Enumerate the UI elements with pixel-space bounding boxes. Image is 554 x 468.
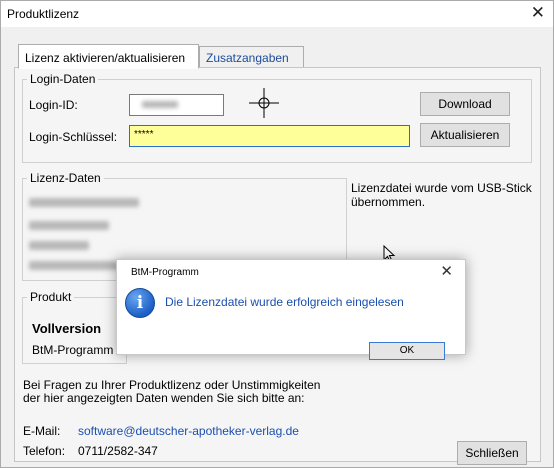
- product-version: Vollversion: [32, 321, 102, 336]
- email-link[interactable]: software@deutscher-apotheker-verlag.de: [78, 424, 299, 438]
- window-close-icon[interactable]: ✕: [531, 3, 545, 23]
- email-label: E-Mail:: [23, 424, 61, 438]
- dialog-ok-button[interactable]: OK: [369, 342, 445, 360]
- license-status-line-2: übernommen.: [351, 195, 426, 209]
- license-status-line-1: Lizenzdatei wurde vom USB-Stick: [351, 181, 532, 195]
- login-id-redacted: [142, 101, 178, 108]
- message-dialog: BtM-Programm ✕ i Die Lizenzdatei wurde e…: [116, 259, 466, 360]
- license-redacted-line-2: [29, 221, 109, 230]
- login-key-input[interactable]: *****: [129, 125, 410, 147]
- license-redacted-line-4: [29, 261, 125, 270]
- info-icon: i: [125, 288, 155, 318]
- tab-license-activate[interactable]: Lizenz aktivieren/aktualisieren: [18, 44, 199, 69]
- phone-value: 0711/2582-347: [78, 444, 158, 458]
- license-status-text: Lizenzdatei wurde vom USB-Stick übernomm…: [351, 181, 532, 209]
- download-button[interactable]: Download: [420, 92, 510, 116]
- crosshair-icon: [249, 88, 279, 118]
- help-line-2: der hier angezeigten Daten wenden Sie si…: [23, 391, 305, 405]
- update-button[interactable]: Aktualisieren: [420, 123, 510, 147]
- title-bar: Produktlizenz ✕: [1, 1, 553, 27]
- close-button[interactable]: Schließen: [457, 441, 527, 465]
- license-redacted-line-1: [29, 198, 139, 207]
- tab-additional-info[interactable]: Zusatzangaben: [199, 46, 304, 68]
- dialog-close-icon[interactable]: ✕: [440, 262, 453, 280]
- license-data-legend: Lizenz-Daten: [30, 171, 101, 185]
- product-name: BtM-Programm: [32, 343, 114, 357]
- license-redacted-line-3: [29, 241, 89, 250]
- help-text: Bei Fragen zu Ihrer Produktlizenz oder U…: [23, 379, 320, 405]
- dialog-title: BtM-Programm: [131, 267, 199, 278]
- login-key-label: Login-Schlüssel:: [29, 130, 118, 144]
- phone-label: Telefon:: [23, 444, 66, 458]
- product-legend: Produkt: [30, 290, 72, 304]
- produktlizenz-window: Produktlizenz ✕ Lizenz aktivieren/aktual…: [0, 0, 554, 468]
- login-id-input[interactable]: [129, 94, 224, 116]
- login-id-label: Login-ID:: [29, 98, 78, 112]
- dialog-message: Die Lizenzdatei wurde erfolgreich eingel…: [165, 295, 404, 309]
- window-title: Produktlizenz: [7, 7, 80, 21]
- login-data-legend: Login-Daten: [30, 72, 96, 86]
